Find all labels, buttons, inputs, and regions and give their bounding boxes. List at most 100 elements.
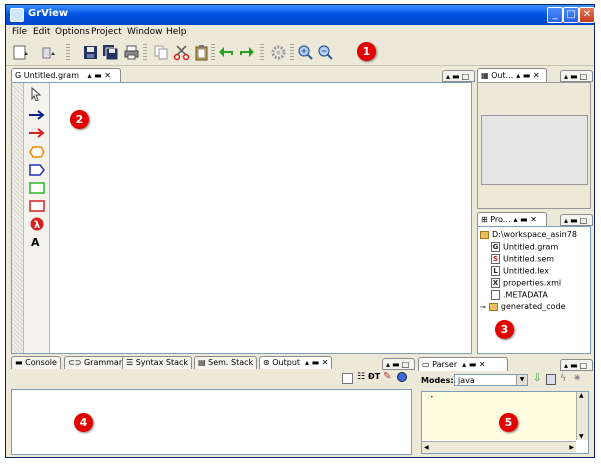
tab-console[interactable]: ▬ Console — [11, 356, 61, 369]
callout-marker-2: 2 — [70, 110, 89, 129]
expand-key-icon: ⊸ — [480, 303, 486, 311]
grammar-file-icon: G — [15, 71, 24, 80]
menu-help[interactable]: Help — [166, 27, 187, 37]
chevron-down-icon[interactable]: ▼ — [516, 375, 527, 385]
gear-icon[interactable] — [270, 44, 287, 61]
svg-text:λ: λ — [34, 220, 41, 231]
clear-output-icon[interactable] — [342, 373, 353, 384]
grammar-file-icon: G — [491, 242, 500, 252]
app-icon — [10, 8, 24, 22]
project-tree-icon: ⊞ — [481, 215, 491, 224]
maximize-button[interactable]: □ — [563, 7, 579, 23]
outline-preview[interactable] — [481, 115, 588, 185]
paste-icon[interactable] — [193, 44, 210, 61]
copy-icon[interactable] — [153, 44, 170, 61]
diagram-canvas[interactable] — [50, 83, 471, 353]
menu-project[interactable]: Project — [91, 27, 122, 37]
tree-item-properties[interactable]: Xproperties.xml — [491, 278, 561, 288]
new-file-icon[interactable] — [12, 44, 29, 61]
open-wizard-icon[interactable] — [40, 44, 57, 61]
stack-icon: ☰ — [126, 358, 136, 367]
undo-icon[interactable] — [218, 44, 235, 61]
tab-parser[interactable]: ▭ Parser ▴ ▬ ✕ — [418, 357, 508, 371]
tree-item-workspace[interactable]: D:\workspace_asin78 — [480, 230, 577, 239]
tree-item-gram[interactable]: G Untitled.gram — [491, 242, 558, 252]
menu-edit[interactable]: Edit — [33, 27, 50, 37]
tab-sem-stack[interactable]: ▤ Sem. Stack — [194, 356, 258, 369]
scroll-up-icon[interactable]: ▲ — [579, 392, 584, 399]
select-pointer-icon[interactable] — [30, 86, 42, 104]
step-icon[interactable]: ϟ — [560, 373, 567, 384]
menu-bar: File Edit Options Project Window Help — [6, 25, 594, 40]
parser-icon: ▭ — [422, 360, 433, 369]
save-parse-icon[interactable] — [546, 374, 556, 385]
console-view-controls[interactable]: ▴▬□ — [382, 358, 416, 370]
callout-marker-4: 4 — [74, 413, 93, 432]
outline-icon: ▦ — [481, 71, 492, 80]
list-icon[interactable]: ☷ — [357, 372, 365, 382]
vertical-scrollbar[interactable]: ▲ ▼ — [576, 392, 588, 440]
scroll-right-icon[interactable]: ▶ — [569, 444, 574, 451]
text-format-icon[interactable]: ĐT — [368, 372, 380, 381]
parser-text-area[interactable]: • — [422, 392, 576, 440]
horizontal-scrollbar[interactable]: ◀ ▶ — [422, 441, 576, 453]
redo-icon[interactable] — [238, 44, 255, 61]
scroll-down-icon[interactable]: ▼ — [579, 433, 584, 440]
editor-panel: G Untitled.gram ▴ ▬ ✕ ▴▬□ λ A 2 — [9, 67, 476, 354]
lambda-icon[interactable]: λ — [30, 217, 44, 234]
save-all-icon[interactable] — [102, 44, 119, 61]
tab-project[interactable]: ⊞ Pro... ▴ ▬ ✕ — [477, 212, 547, 226]
tab-output[interactable]: ⊛ Output ▴ ▬ ✕ — [259, 356, 333, 369]
arrow-blue-icon[interactable] — [29, 110, 45, 123]
tree-item-lex[interactable]: L Untitled.lex — [491, 266, 549, 276]
text-tool-icon[interactable]: A — [31, 236, 40, 249]
parser-view-controls[interactable]: ▴▬□ — [560, 359, 594, 371]
tab-controls: ▴ ▬ ✕ — [87, 71, 111, 80]
window-title: GrView — [28, 8, 69, 19]
folder-icon — [480, 230, 489, 239]
tree-item-generated-code[interactable]: ⊸ generated_code — [480, 302, 566, 311]
zoom-in-icon[interactable] — [297, 44, 314, 61]
menu-file[interactable]: File — [12, 27, 27, 37]
pencil-icon[interactable]: ✎ — [383, 371, 391, 382]
tree-item-sem[interactable]: S Untitled.sem — [491, 254, 554, 264]
rect-red-icon[interactable] — [29, 200, 45, 215]
tab-untitled-gram[interactable]: G Untitled.gram ▴ ▬ ✕ — [11, 68, 121, 82]
outline-view-controls[interactable]: ▴▬□ — [560, 70, 594, 82]
run-parser-icon[interactable]: ⇩ — [533, 373, 541, 384]
outline-panel: ▦ Out... ▴ ▬ ✕ ▴▬□ — [476, 67, 594, 210]
print-icon[interactable] — [123, 44, 140, 61]
caret-marker: • — [430, 394, 434, 401]
cut-icon[interactable] — [173, 44, 190, 61]
arrow-red-icon[interactable] — [29, 128, 45, 141]
menu-window[interactable]: Window — [127, 27, 163, 37]
stack-icon: ▤ — [198, 358, 209, 367]
folder-icon — [488, 302, 498, 311]
app-window: GrView _ □ ✕ File Edit Options Project W… — [5, 4, 595, 458]
project-view-controls[interactable]: ▴▬□ — [560, 214, 594, 226]
editor-view-controls[interactable]: ▴▬□ — [442, 70, 476, 82]
palette-grip[interactable] — [12, 83, 24, 353]
modes-select[interactable]: java ▼ — [454, 374, 528, 386]
minimize-button[interactable]: _ — [547, 7, 563, 23]
title-bar: GrView _ □ ✕ — [6, 5, 595, 25]
tree-item-metadata[interactable]: .METADATA — [491, 290, 548, 300]
lexer-file-icon: L — [491, 266, 500, 276]
close-button[interactable]: ✕ — [579, 7, 595, 23]
menu-options[interactable]: Options — [55, 27, 90, 37]
zoom-out-icon[interactable] — [317, 44, 334, 61]
hexagon-orange-icon[interactable] — [29, 146, 45, 161]
tab-syntax-stack[interactable]: ☰ Syntax Stack — [122, 356, 193, 369]
tab-outline[interactable]: ▦ Out... ▴ ▬ ✕ — [477, 68, 547, 82]
tab-grammar[interactable]: ⊂⊃ Grammar — [64, 356, 127, 369]
console-icon: ▬ — [15, 358, 26, 367]
rect-green-icon[interactable] — [29, 182, 45, 197]
save-icon[interactable] — [82, 44, 99, 61]
globe-icon[interactable] — [397, 372, 407, 382]
scroll-left-icon[interactable]: ◀ — [424, 444, 429, 451]
pentagon-blue-icon[interactable] — [29, 164, 45, 179]
modes-label: Modes: — [421, 376, 454, 385]
parser-toolbar: Modes: java ▼ ⇩ ϟ ✷ — [418, 372, 590, 390]
file-icon — [491, 290, 500, 300]
settings-icon[interactable]: ✷ — [573, 373, 581, 384]
